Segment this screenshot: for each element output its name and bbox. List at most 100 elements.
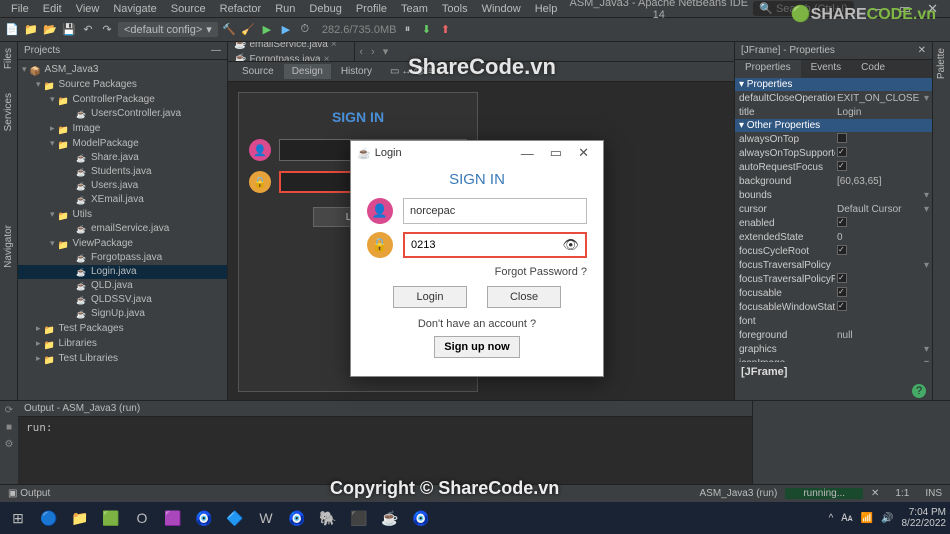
tray-chevron-icon[interactable]: ^ — [829, 513, 834, 524]
property-row[interactable]: focusable — [735, 286, 932, 300]
design-tab[interactable]: Design — [284, 64, 331, 79]
taskbar-app[interactable]: 🔷 — [221, 504, 249, 532]
panel-minimize-icon[interactable]: — — [211, 45, 221, 56]
property-row[interactable]: autoRequestFocus — [735, 160, 932, 174]
menu-help[interactable]: Help — [528, 3, 565, 15]
selection-mode-icon[interactable]: ▭ — [390, 66, 399, 77]
taskbar-app[interactable]: 🟪 — [159, 504, 187, 532]
tree-item[interactable]: Share.java — [18, 151, 227, 165]
menu-edit[interactable]: Edit — [36, 3, 69, 15]
taskbar-app[interactable]: 🐘 — [314, 504, 342, 532]
property-section-header[interactable]: ▾ Properties — [735, 78, 932, 91]
tree-item[interactable]: ViewPackage — [18, 236, 227, 251]
taskbar-app[interactable]: ☕ — [376, 504, 404, 532]
tree-item[interactable]: ControllerPackage — [18, 92, 227, 107]
debug-icon[interactable]: ▶ — [278, 22, 294, 38]
output-console[interactable]: run: — [18, 417, 752, 484]
property-row[interactable]: focusableWindowState — [735, 300, 932, 314]
forgot-password-link[interactable]: Forgot Password ? — [367, 266, 587, 278]
checkbox-icon[interactable] — [837, 147, 847, 157]
tree-item[interactable]: XEmail.java — [18, 193, 227, 207]
menu-refactor[interactable]: Refactor — [213, 3, 269, 15]
tree-item[interactable]: QLD.java — [18, 279, 227, 293]
tray-wifi-icon[interactable]: 📶 — [861, 513, 873, 524]
tree-item[interactable]: Libraries — [18, 336, 227, 351]
taskbar-clock[interactable]: 7:04 PM 8/22/2022 — [902, 507, 947, 529]
tree-item[interactable]: QLDSSV.java — [18, 293, 227, 307]
file-tab[interactable]: ☕Forgotpass.java × — [228, 52, 355, 63]
memory-indicator[interactable]: 282.6/735.0MB — [322, 24, 397, 36]
property-row[interactable]: bounds — [735, 188, 932, 202]
tree-item[interactable]: Utils — [18, 207, 227, 222]
close-button[interactable]: ✕ — [919, 1, 946, 17]
property-row[interactable]: enabled — [735, 216, 932, 230]
global-search[interactable]: 🔍 Search (Ctrl+I) — [753, 1, 854, 16]
close-button[interactable]: Close — [487, 286, 561, 308]
preview-icon[interactable]: 👁 — [413, 66, 426, 77]
tree-item[interactable]: Test Libraries — [18, 351, 227, 366]
menu-navigate[interactable]: Navigate — [106, 3, 163, 15]
property-row[interactable]: extendedState0 — [735, 230, 932, 244]
checkbox-icon[interactable] — [837, 287, 847, 297]
menu-view[interactable]: View — [69, 3, 107, 15]
close-icon[interactable]: × — [324, 54, 330, 63]
run-icon[interactable]: ▶ — [259, 22, 275, 38]
property-row[interactable]: focusTraversalPolicyProvider — [735, 272, 932, 286]
checkbox-icon[interactable] — [837, 301, 847, 311]
panel-close-icon[interactable]: ✕ — [918, 45, 926, 56]
history-tab[interactable]: History — [333, 64, 380, 79]
close-icon[interactable]: × — [331, 42, 337, 50]
password-field[interactable] — [411, 239, 562, 251]
checkbox-icon[interactable] — [837, 133, 847, 143]
run-config-dropdown[interactable]: <default config> ▾ — [118, 22, 218, 37]
maximize-button[interactable]: ▭ — [891, 1, 919, 17]
checkbox-icon[interactable] — [837, 161, 847, 171]
tree-item[interactable]: Forgotpass.java — [18, 251, 227, 265]
checkbox-icon[interactable] — [837, 245, 847, 255]
save-all-icon[interactable]: 💾 — [61, 22, 77, 38]
minimize-button[interactable]: — — [862, 1, 891, 16]
tree-item[interactable]: UsersController.java — [18, 107, 227, 121]
open-icon[interactable]: 📂 — [42, 22, 58, 38]
tree-item[interactable]: Source Packages — [18, 77, 227, 92]
dialog-close-button[interactable]: ✕ — [570, 145, 597, 161]
tree-item[interactable]: SignUp.java — [18, 307, 227, 321]
taskbar-app[interactable]: 🧿 — [283, 504, 311, 532]
tab-list-icon[interactable]: ▾ — [379, 45, 393, 58]
property-row[interactable]: alwaysOnTopSupported — [735, 146, 932, 160]
property-row[interactable]: graphics — [735, 342, 932, 356]
rerun-icon[interactable]: ⟳ — [5, 405, 13, 416]
tree-item[interactable]: Students.java — [18, 165, 227, 179]
new-file-icon[interactable]: 📄 — [4, 22, 20, 38]
status-running[interactable]: running... — [785, 488, 863, 499]
menu-debug[interactable]: Debug — [302, 3, 348, 15]
palette-tab[interactable]: Palette — [936, 46, 947, 81]
clean-build-icon[interactable]: 🧹 — [240, 22, 256, 38]
taskbar-app[interactable]: 📁 — [66, 504, 94, 532]
menu-window[interactable]: Window — [475, 3, 528, 15]
undo-icon[interactable]: ↶ — [80, 22, 96, 38]
tree-item[interactable]: Users.java — [18, 179, 227, 193]
file-tab[interactable]: ☕emailService.java × — [228, 42, 355, 52]
files-tab[interactable]: Files — [3, 46, 14, 71]
checkbox-icon[interactable] — [837, 273, 847, 283]
property-section-header[interactable]: ▾ Other Properties — [735, 119, 932, 132]
property-row[interactable]: foregroundnull — [735, 328, 932, 342]
code-tab[interactable]: Code — [851, 60, 895, 78]
taskbar-app[interactable]: 🧿 — [190, 504, 218, 532]
property-row[interactable]: alwaysOnTop — [735, 132, 932, 146]
source-tab[interactable]: Source — [234, 64, 282, 79]
menu-run[interactable]: Run — [268, 3, 302, 15]
stop-icon[interactable]: ■ — [6, 422, 12, 433]
redo-icon[interactable]: ↷ — [99, 22, 115, 38]
taskbar-app[interactable]: ⬛ — [345, 504, 373, 532]
dialog-maximize-button[interactable]: ▭ — [542, 145, 570, 161]
signup-button[interactable]: Sign up now — [434, 336, 520, 358]
build-icon[interactable]: 🔨 — [221, 22, 237, 38]
checkbox-icon[interactable] — [837, 217, 847, 227]
connection-mode-icon[interactable]: ↔ — [401, 66, 411, 77]
tree-item[interactable]: Login.java — [18, 265, 227, 279]
align-icon[interactable]: ≡ — [428, 66, 434, 77]
property-row[interactable]: titleLogin — [735, 105, 932, 119]
property-row[interactable]: font — [735, 314, 932, 328]
